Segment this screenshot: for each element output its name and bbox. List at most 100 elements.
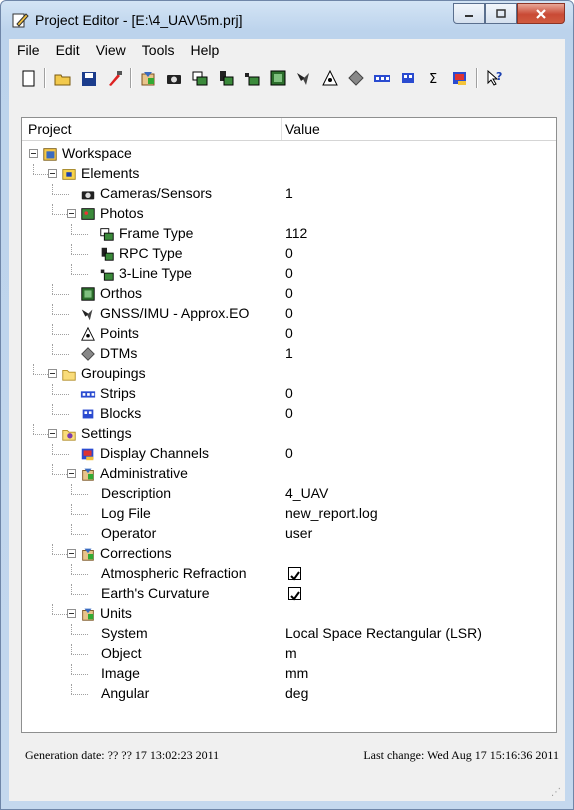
tree-value[interactable]: Local Space Rectangular (LSR) (285, 625, 482, 641)
tree-row-corrections[interactable]: Corrections (22, 544, 556, 564)
tree-value[interactable]: 0 (285, 285, 293, 301)
menu-edit[interactable]: Edit (48, 39, 88, 61)
title-bar[interactable]: Project Editor - [E:\4_UAV\5m.prj] (1, 1, 573, 39)
toolbar-points-button[interactable] (320, 68, 340, 88)
menu-help[interactable]: Help (182, 39, 227, 61)
toolbar-brush-button[interactable] (104, 68, 124, 88)
toolbar-strips-button[interactable] (372, 68, 392, 88)
tree-row-system[interactable]: System Local Space Rectangular (LSR) (22, 624, 556, 644)
tree-row-atmospheric-refraction[interactable]: Atmospheric Refraction (22, 564, 556, 584)
help-pointer-icon: ? (487, 69, 502, 86)
toolbar-save-button[interactable] (78, 68, 98, 88)
tree-value[interactable]: deg (285, 685, 308, 701)
tree-row-units[interactable]: Units (22, 604, 556, 624)
tree-value[interactable]: 0 (285, 405, 293, 421)
minimize-button[interactable] (453, 3, 485, 24)
tree-value[interactable]: 0 (285, 445, 293, 461)
maximize-button[interactable] (485, 3, 517, 24)
toolbar-dtm-button[interactable] (346, 68, 366, 88)
tree-row-rpc-type[interactable]: RPC Type 0 (22, 244, 556, 264)
toolbar-help-pointer-button[interactable]: ? (484, 68, 504, 88)
menu-view[interactable]: View (88, 39, 134, 61)
tree-row-log-file[interactable]: Log File new_report.log (22, 504, 556, 524)
tree-row-elements[interactable]: Elements (22, 164, 556, 184)
tree-label: RPC Type (119, 245, 183, 261)
resize-grip-icon[interactable]: ⋰ (551, 787, 563, 799)
tree-row-frame-type[interactable]: Frame Type 112 (22, 224, 556, 244)
close-button[interactable] (517, 3, 565, 24)
menu-file[interactable]: File (9, 39, 48, 61)
toolbar-rpc-photo-button[interactable] (216, 68, 236, 88)
tree-value[interactable]: 4_UAV (285, 485, 328, 501)
toolbar-ortho-button[interactable] (268, 68, 288, 88)
svg-text:Σ: Σ (429, 72, 437, 87)
collapse-toggle-icon[interactable] (67, 469, 76, 478)
tree-value[interactable]: 1 (285, 185, 293, 201)
camera-icon (81, 191, 95, 200)
tree-row-photos[interactable]: Photos (22, 204, 556, 224)
toolbar-new-file-button[interactable] (18, 68, 38, 88)
tree-value[interactable]: mm (285, 665, 308, 681)
tree-row-description[interactable]: Description 4_UAV (22, 484, 556, 504)
tree-row-blocks[interactable]: Blocks 0 (22, 404, 556, 424)
workspace-icon (43, 148, 57, 161)
tree-row-administrative[interactable]: Administrative (22, 464, 556, 484)
tree-value[interactable]: new_report.log (285, 505, 378, 521)
toolbar-settings-button[interactable] (138, 68, 158, 88)
new-file-icon (22, 70, 35, 87)
toolbar-open-folder-button[interactable] (52, 68, 72, 88)
tree-value[interactable]: 0 (285, 245, 293, 261)
tree-row-workspace[interactable]: Workspace (22, 144, 556, 164)
minimize-icon (465, 14, 473, 17)
tree-row-image[interactable]: Image mm (22, 664, 556, 684)
tree-row-cameras[interactable]: Cameras/Sensors 1 (22, 184, 556, 204)
toolbar-gnss-button[interactable] (294, 68, 314, 88)
toolbar-camera-button[interactable] (164, 68, 184, 88)
tree-row-strips[interactable]: Strips 0 (22, 384, 556, 404)
tree-row-operator[interactable]: Operator user (22, 524, 556, 544)
checkbox[interactable] (288, 567, 301, 581)
tree-row-earths-curvature[interactable]: Earth's Curvature (22, 584, 556, 604)
tree-value[interactable]: 112 (285, 225, 307, 241)
folder-icon (62, 370, 76, 381)
collapse-toggle-icon[interactable] (67, 549, 76, 558)
toolbar-blocks-button[interactable] (398, 68, 418, 88)
tree-row-display-channels[interactable]: Display Channels 0 (22, 444, 556, 464)
project-tree-panel[interactable]: Project Value Workspace Elements Cameras/S… (21, 117, 557, 733)
tree-row-three-line-type[interactable]: 3-Line Type 0 (22, 264, 556, 284)
toolbar-sigma-button[interactable]: Σ (424, 68, 444, 88)
tree-row-angular[interactable]: Angular deg (22, 684, 556, 704)
tree-value[interactable]: 0 (285, 325, 293, 341)
collapse-toggle-icon[interactable] (67, 609, 76, 618)
tree-row-object[interactable]: Object m (22, 644, 556, 664)
tree-row-gnss[interactable]: GNSS/IMU - Approx.EO 0 (22, 304, 556, 324)
tree-value[interactable]: m (285, 645, 297, 661)
toolbar-three-line-photo-button[interactable] (242, 68, 262, 88)
tree-row-groupings[interactable]: Groupings (22, 364, 556, 384)
column-project[interactable]: Project (28, 121, 72, 137)
tree-value[interactable]: 0 (285, 385, 293, 401)
blocks-icon (82, 409, 94, 419)
collapse-toggle-icon[interactable] (48, 169, 57, 178)
column-divider[interactable] (281, 118, 282, 140)
column-value[interactable]: Value (285, 121, 320, 137)
checkbox[interactable] (288, 587, 301, 601)
tree-row-points[interactable]: Points 0 (22, 324, 556, 344)
tree-value[interactable]: user (285, 525, 312, 541)
collapse-toggle-icon[interactable] (48, 429, 57, 438)
tree-row-dtms[interactable]: DTMs 1 (22, 344, 556, 364)
collapse-toggle-icon[interactable] (29, 149, 38, 158)
menu-tools[interactable]: Tools (134, 39, 183, 61)
tree-value[interactable]: 1 (285, 345, 293, 361)
tree-value[interactable]: 0 (285, 265, 293, 281)
tree-value[interactable]: 0 (285, 305, 293, 321)
toolbar-frame-photo-button[interactable] (190, 68, 210, 88)
toolbar-display-channels-button[interactable] (450, 68, 470, 88)
tree-label: Corrections (100, 545, 172, 561)
tree-row-orthos[interactable]: Orthos 0 (22, 284, 556, 304)
tree-row-settings[interactable]: Settings (22, 424, 556, 444)
tree-label: Elements (81, 165, 140, 181)
gnss-icon (297, 73, 309, 85)
collapse-toggle-icon[interactable] (48, 369, 57, 378)
collapse-toggle-icon[interactable] (67, 209, 76, 218)
